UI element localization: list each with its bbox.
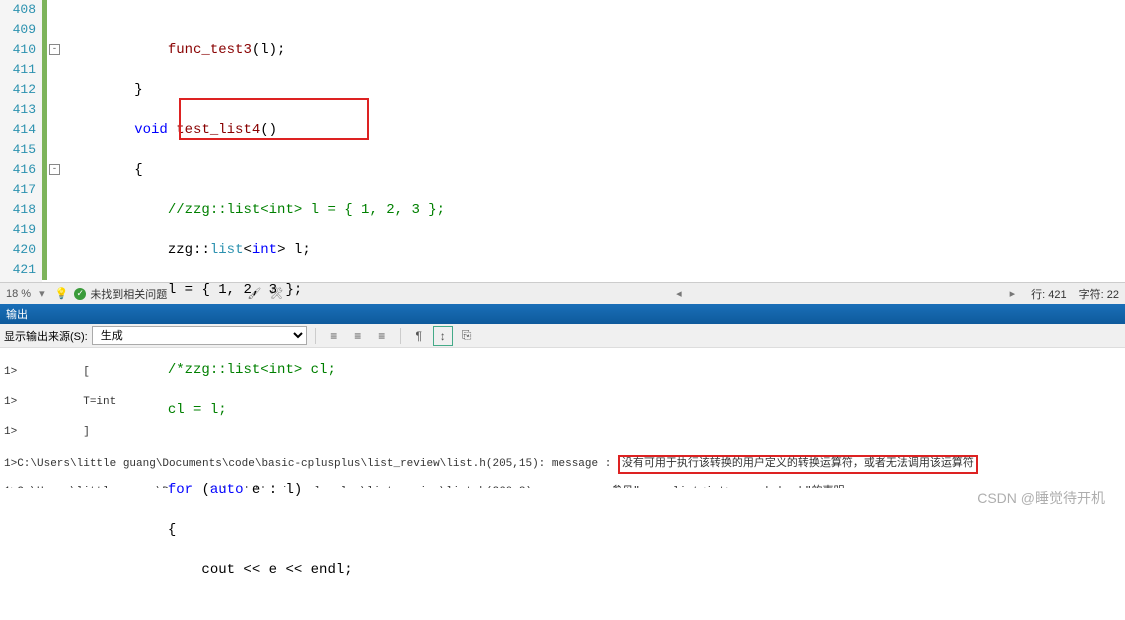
code-content[interactable]: func_test3(l); } void test_list4() { //z… [63,0,1125,282]
fold-gutter: - - [47,0,63,282]
line-number-gutter: 408 409 410 411 412 413 414 415 416 417 … [0,0,42,282]
code-editor[interactable]: 408 409 410 411 412 413 414 415 416 417 … [0,0,1125,282]
fold-toggle-icon[interactable]: - [49,44,60,55]
zoom-dropdown-icon[interactable]: ▾ [39,287,45,300]
fold-toggle-icon[interactable]: - [49,164,60,175]
zoom-level[interactable]: 18 % [6,288,31,300]
